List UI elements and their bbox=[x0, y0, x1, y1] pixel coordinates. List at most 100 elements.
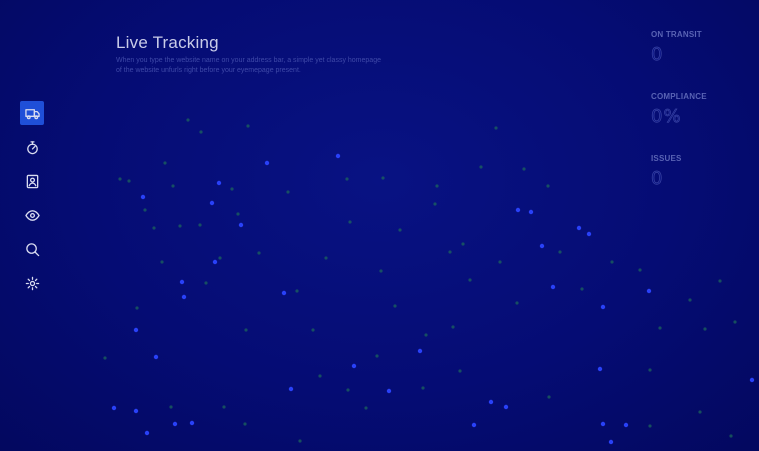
stat-value: 0 bbox=[651, 44, 664, 66]
sidebar-item-timer[interactable] bbox=[20, 135, 44, 159]
tracking-dot bbox=[171, 184, 175, 188]
stat-on-transit: ON TRANSIT 0 bbox=[651, 30, 751, 92]
tracking-dot bbox=[153, 354, 159, 360]
tracking-dot bbox=[144, 430, 150, 436]
tracking-dot bbox=[169, 405, 173, 409]
tracking-dot bbox=[424, 333, 428, 337]
tracking-dot bbox=[127, 179, 131, 183]
sidebar bbox=[18, 101, 46, 305]
tracking-dot bbox=[550, 284, 556, 290]
tracking-dot bbox=[398, 228, 402, 232]
tracking-dot bbox=[461, 242, 465, 246]
tracking-dot bbox=[479, 165, 483, 169]
tracking-dot bbox=[135, 306, 139, 310]
tracking-dot bbox=[222, 405, 226, 409]
tracking-dot bbox=[638, 268, 642, 272]
sidebar-item-settings[interactable] bbox=[20, 271, 44, 295]
tracking-dot bbox=[546, 184, 550, 188]
tracking-dot bbox=[295, 289, 299, 293]
sidebar-item-search[interactable] bbox=[20, 237, 44, 261]
tracking-dot bbox=[393, 304, 397, 308]
tracking-dot bbox=[364, 406, 368, 410]
tracking-dot bbox=[244, 328, 248, 332]
tracking-dot bbox=[515, 207, 521, 213]
tracking-dot bbox=[421, 386, 425, 390]
tracking-dot bbox=[658, 326, 662, 330]
tracking-dot bbox=[515, 301, 519, 305]
tracking-dot bbox=[209, 200, 215, 206]
tracking-dot bbox=[198, 223, 202, 227]
tracking-dot bbox=[435, 184, 439, 188]
tracking-dot bbox=[230, 187, 234, 191]
sidebar-item-contacts[interactable] bbox=[20, 169, 44, 193]
tracking-dot bbox=[600, 304, 606, 310]
tracking-dot bbox=[348, 220, 352, 224]
tracking-dot bbox=[580, 287, 584, 291]
stat-label: COMPLIANCE bbox=[651, 92, 707, 101]
sidebar-item-monitor[interactable] bbox=[20, 203, 44, 227]
tracking-dot bbox=[718, 279, 722, 283]
tracking-dot bbox=[381, 176, 385, 180]
tracking-dot bbox=[111, 405, 117, 411]
tracking-dot bbox=[178, 224, 182, 228]
tracking-dot bbox=[160, 260, 164, 264]
tracking-dot bbox=[458, 369, 462, 373]
tracking-dot bbox=[646, 288, 652, 294]
tracking-dot bbox=[448, 250, 452, 254]
tracking-dot bbox=[324, 256, 328, 260]
tracking-dot bbox=[733, 320, 737, 324]
tracking-dot bbox=[539, 243, 545, 249]
tracking-dot bbox=[181, 294, 187, 300]
stat-label: ISSUES bbox=[651, 154, 682, 163]
stat-label: ON TRANSIT bbox=[651, 30, 702, 39]
tracking-dot bbox=[236, 212, 240, 216]
stopwatch-icon bbox=[26, 140, 38, 154]
stat-issues: ISSUES 0 bbox=[651, 154, 751, 216]
tracking-dot bbox=[688, 298, 692, 302]
gear-icon bbox=[25, 276, 39, 290]
tracking-dot bbox=[597, 366, 603, 372]
tracking-dot bbox=[140, 194, 146, 200]
page-title: Live Tracking bbox=[116, 33, 219, 52]
tracking-dot bbox=[351, 363, 357, 369]
tracking-dot bbox=[417, 348, 423, 354]
sidebar-item-live-tracking[interactable] bbox=[20, 101, 44, 125]
tracking-dot bbox=[298, 439, 302, 443]
tracking-dot bbox=[216, 180, 222, 186]
tracking-dot bbox=[433, 202, 437, 206]
tracking-dot bbox=[498, 260, 502, 264]
tracking-dot bbox=[204, 281, 208, 285]
tracking-dot bbox=[648, 368, 652, 372]
tracking-dot bbox=[729, 434, 733, 438]
tracking-dot bbox=[288, 386, 294, 392]
page-description: When you type the website name on your a… bbox=[116, 57, 381, 74]
tracking-dot bbox=[576, 225, 582, 231]
tracking-dot bbox=[199, 130, 203, 134]
tracking-dot bbox=[133, 327, 139, 333]
tracking-dot bbox=[335, 153, 341, 159]
tracking-dot bbox=[189, 420, 195, 426]
tracking-dot bbox=[186, 118, 190, 122]
tracking-dot bbox=[152, 226, 156, 230]
tracking-dot bbox=[608, 439, 614, 445]
tracking-dot bbox=[749, 377, 755, 383]
tracking-dot bbox=[468, 278, 472, 282]
tracking-dot bbox=[648, 424, 652, 428]
tracking-dot bbox=[318, 374, 322, 378]
tracking-dot bbox=[610, 260, 614, 264]
tracking-dot bbox=[698, 410, 702, 414]
stats-panel: ON TRANSIT 0 COMPLIANCE 0% ISSUES 0 bbox=[651, 30, 751, 216]
truck-icon bbox=[24, 108, 40, 119]
search-icon bbox=[25, 242, 39, 256]
tracking-dot bbox=[246, 124, 250, 128]
tracking-dot bbox=[218, 256, 222, 260]
tracking-dot bbox=[451, 325, 455, 329]
tracking-dot bbox=[163, 161, 167, 165]
tracking-dot bbox=[522, 167, 526, 171]
tracking-dot bbox=[547, 395, 551, 399]
tracking-dot bbox=[471, 422, 477, 428]
stat-value: 0 bbox=[651, 168, 664, 190]
tracking-dot bbox=[528, 209, 534, 215]
tracking-dot bbox=[375, 354, 379, 358]
tracking-dot bbox=[345, 177, 349, 181]
